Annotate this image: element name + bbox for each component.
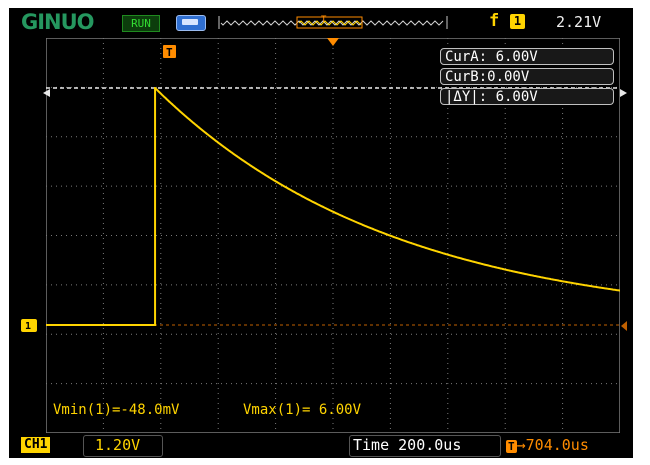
trigger-level[interactable]: 2.21V: [556, 13, 601, 31]
channel1-ground-marker[interactable]: [21, 319, 37, 332]
channel1-ground-label: 1: [25, 321, 31, 332]
cursor-b-readout: CurB:0.00V: [440, 68, 614, 85]
cursor-delta-readout: |ΔY|: 6.00V: [440, 88, 614, 105]
memory-position-bar[interactable]: T: [217, 14, 449, 31]
channel1-volts-per-div[interactable]: 1.20V: [95, 436, 140, 454]
trigger-level-marker[interactable]: [621, 321, 627, 331]
run-state-badge[interactable]: RUN: [122, 15, 160, 32]
brand-logo: GINUO: [21, 10, 95, 34]
cursor-a-readout: CurA: 6.00V: [440, 48, 614, 65]
vmax-measurement: Vmax(1)= 6.00V: [243, 402, 362, 418]
trigger-pos-arrow-icon: →: [516, 436, 526, 454]
oscilloscope-screen: GINUO RUN T f 1 2.21V T 1 CurA: 6.00V Cu…: [9, 8, 633, 458]
trigger-position-readout[interactable]: T →704.0us: [506, 436, 589, 454]
vmin-measurement: Vmin(1)=-48.0mV: [53, 402, 180, 418]
timebase-readout[interactable]: Time 200.0us: [353, 436, 461, 454]
battery-icon: [176, 15, 206, 31]
memory-trigger-marker: T: [321, 15, 327, 25]
cursor-a-right-marker[interactable]: [620, 89, 627, 97]
channel1-badge[interactable]: CH1: [21, 437, 51, 453]
trigger-source-badge[interactable]: 1: [510, 14, 525, 29]
trigger-slope-icon[interactable]: f: [489, 11, 499, 31]
top-status-bar: GINUO RUN T f 1 2.21V: [9, 8, 633, 35]
bottom-status-bar: CH1 1.20V Time 200.0us T →704.0us: [9, 433, 633, 458]
trigger-pos-value: 704.0us: [525, 436, 589, 454]
trigger-pos-icon: T: [506, 440, 517, 453]
